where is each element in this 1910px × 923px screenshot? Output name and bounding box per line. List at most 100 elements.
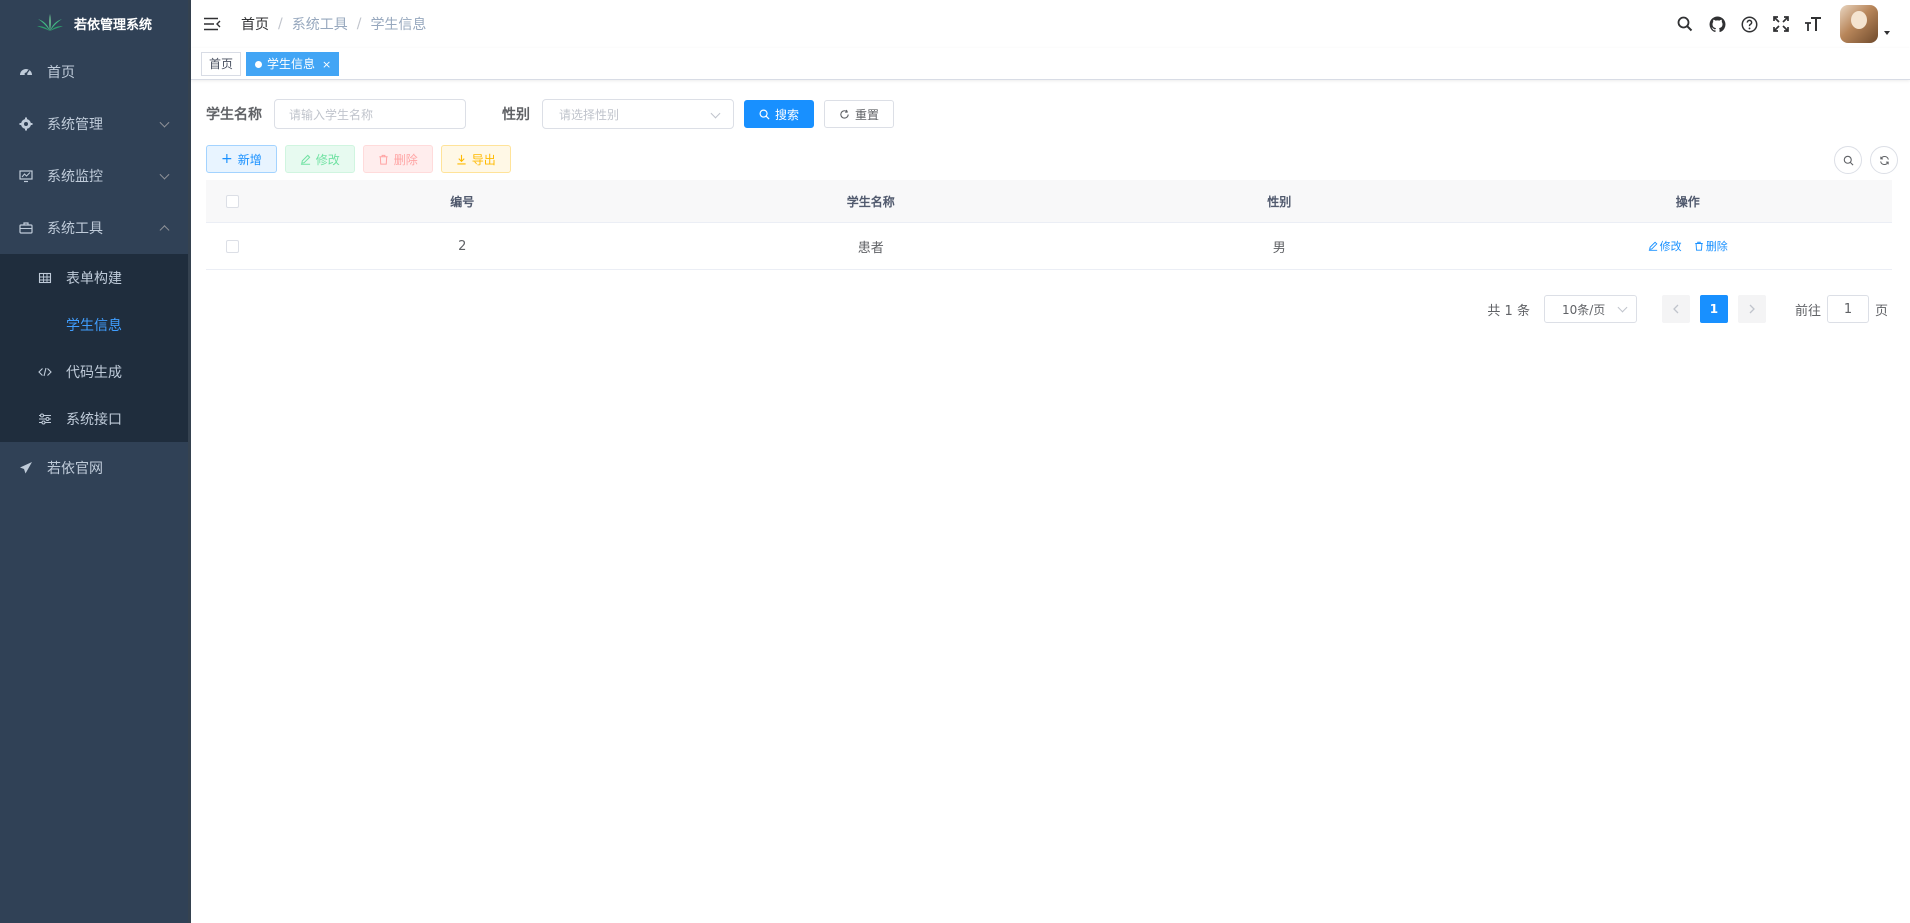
row-edit-link[interactable]: 修改 <box>1648 238 1682 254</box>
breadcrumb-separator: / <box>356 16 362 32</box>
dashboard-icon <box>19 65 33 79</box>
search-button[interactable]: 搜索 <box>744 100 815 128</box>
cell-id: 2 <box>458 238 467 254</box>
sidebar-item-official-site[interactable]: 若依官网 <box>0 442 188 494</box>
chevron-down-icon <box>1617 302 1628 313</box>
sidebar-item-label: 系统监控 <box>47 169 103 185</box>
navbar: 首页 / 系统工具 / 学生信息 <box>191 0 1910 48</box>
prev-page-button[interactable] <box>1661 295 1690 323</box>
search-icon <box>1843 155 1853 165</box>
sidebar-item-home[interactable]: 首页 <box>0 46 188 98</box>
page-suffix: 页 <box>1874 303 1888 319</box>
gear-icon <box>19 117 33 131</box>
toggle-search-button[interactable] <box>1834 146 1862 174</box>
row-edit-label: 修改 <box>1659 239 1682 253</box>
avatar[interactable] <box>1840 5 1878 43</box>
tags-view: 首页 学生信息 × <box>191 48 1910 80</box>
cell-gender: 男 <box>1272 240 1286 256</box>
tag-student-info[interactable]: 学生信息 × <box>246 52 340 76</box>
column-header-id: 编号 <box>450 194 475 209</box>
monitor-icon <box>19 169 33 183</box>
breadcrumb-separator: / <box>278 16 283 32</box>
sidebar-item-label: 学生信息 <box>66 317 122 334</box>
row-select-cell <box>206 239 258 253</box>
sliders-icon <box>38 412 52 426</box>
refresh-icon <box>1879 155 1889 165</box>
cell-name: 患者 <box>857 240 884 256</box>
sidebar-item-system-api[interactable]: 系统接口 <box>0 395 188 442</box>
sidebar-item-student-info[interactable]: 学生信息 <box>0 301 188 348</box>
refresh-icon <box>840 109 849 119</box>
breadcrumb-student-info: 学生信息 <box>370 17 427 33</box>
main-content: 学生名称 请输入学生名称 性别 请选择性别 搜索 重置 + 新增 修改 删除 导… <box>191 80 1910 923</box>
add-button-label: 新增 <box>237 152 262 167</box>
table-grid-icon <box>38 271 52 285</box>
page-size-value: 10条/页 <box>1561 302 1606 317</box>
chevron-down-icon <box>159 117 170 128</box>
sidebar-item-system-management[interactable]: 系统管理 <box>0 98 188 150</box>
close-icon[interactable]: × <box>322 58 331 71</box>
table-header: 编号 学生名称 性别 操作 <box>206 180 1892 223</box>
tag-home[interactable]: 首页 <box>201 52 242 76</box>
sidebar-item-system-monitor[interactable]: 系统监控 <box>0 150 188 202</box>
caret-down-icon[interactable] <box>1884 31 1890 35</box>
app-title: 若依管理系统 <box>73 17 152 33</box>
delete-button-label: 删除 <box>393 152 418 167</box>
fullscreen-icon[interactable] <box>1772 15 1790 33</box>
question-icon[interactable] <box>1740 15 1758 33</box>
delete-button[interactable]: 删除 <box>362 145 433 173</box>
column-header-name: 学生名称 <box>846 194 895 209</box>
paper-plane-icon <box>19 461 33 475</box>
reset-button[interactable]: 重置 <box>824 100 895 128</box>
gender-select[interactable]: 请选择性别 <box>542 99 734 129</box>
sidebar-item-system-tools[interactable]: 系统工具 <box>0 202 188 254</box>
breadcrumb: 首页 / 系统工具 / 学生信息 <box>241 14 426 34</box>
page-jumper: 前往 1 页 <box>1795 295 1888 323</box>
breadcrumb-system-tools: 系统工具 <box>291 17 348 33</box>
edit-icon <box>300 154 311 165</box>
sidebar-item-label: 系统管理 <box>47 117 103 133</box>
hamburger-icon[interactable] <box>203 14 223 34</box>
sidebar-item-label: 系统工具 <box>47 221 103 237</box>
student-name-label: 学生名称 <box>206 107 262 123</box>
goto-page-input[interactable]: 1 <box>1826 295 1869 323</box>
page-number-button[interactable]: 1 <box>1699 295 1728 323</box>
row-checkbox[interactable] <box>225 239 239 253</box>
chevron-left-icon <box>1673 304 1679 314</box>
row-delete-link[interactable]: 删除 <box>1694 238 1728 254</box>
breadcrumb-home[interactable]: 首页 <box>241 14 269 34</box>
export-button[interactable]: 导出 <box>440 145 511 173</box>
font-size-icon[interactable] <box>1804 15 1822 33</box>
sidebar-item-form-builder[interactable]: 表单构建 <box>0 254 188 301</box>
submenu-system-tools: 表单构建 学生信息 代码生成 系统接口 <box>0 254 188 442</box>
navbar-actions <box>1676 0 1890 48</box>
refresh-table-button[interactable] <box>1870 146 1898 174</box>
select-all-cell <box>206 194 258 208</box>
chevron-up-icon <box>159 225 170 236</box>
page-size-select[interactable]: 10条/页 <box>1543 295 1637 323</box>
edit-icon <box>1648 241 1658 251</box>
sidebar-item-code-gen[interactable]: 代码生成 <box>0 348 188 395</box>
pagination-total: 共 1 条 <box>1487 303 1530 319</box>
column-header-gender: 性别 <box>1267 194 1292 209</box>
active-dot-icon <box>255 61 262 68</box>
logo[interactable]: 若依管理系统 <box>0 0 188 46</box>
plus-icon: + <box>221 151 233 167</box>
add-button[interactable]: + 新增 <box>206 145 277 173</box>
sidebar-item-label: 系统接口 <box>66 411 122 428</box>
select-all-checkbox[interactable] <box>225 194 239 208</box>
sidebar: 若依管理系统 首页 系统管理 系统监控 系统工具 表单构建 学生信息 代码生成 … <box>0 0 191 923</box>
github-icon[interactable] <box>1708 15 1726 33</box>
search-icon[interactable] <box>1676 15 1694 33</box>
tag-label: 学生信息 <box>267 57 316 71</box>
logo-icon <box>36 14 63 31</box>
search-button-label: 搜索 <box>775 107 800 122</box>
student-name-input[interactable]: 请输入学生名称 <box>274 99 466 129</box>
cell-actions: 修改 删除 <box>1484 238 1893 255</box>
trash-icon <box>379 154 388 165</box>
gender-label: 性别 <box>502 107 530 123</box>
export-button-label: 导出 <box>471 152 496 167</box>
gender-placeholder: 请选择性别 <box>559 107 620 122</box>
edit-button[interactable]: 修改 <box>284 145 355 173</box>
next-page-button[interactable] <box>1737 295 1766 323</box>
